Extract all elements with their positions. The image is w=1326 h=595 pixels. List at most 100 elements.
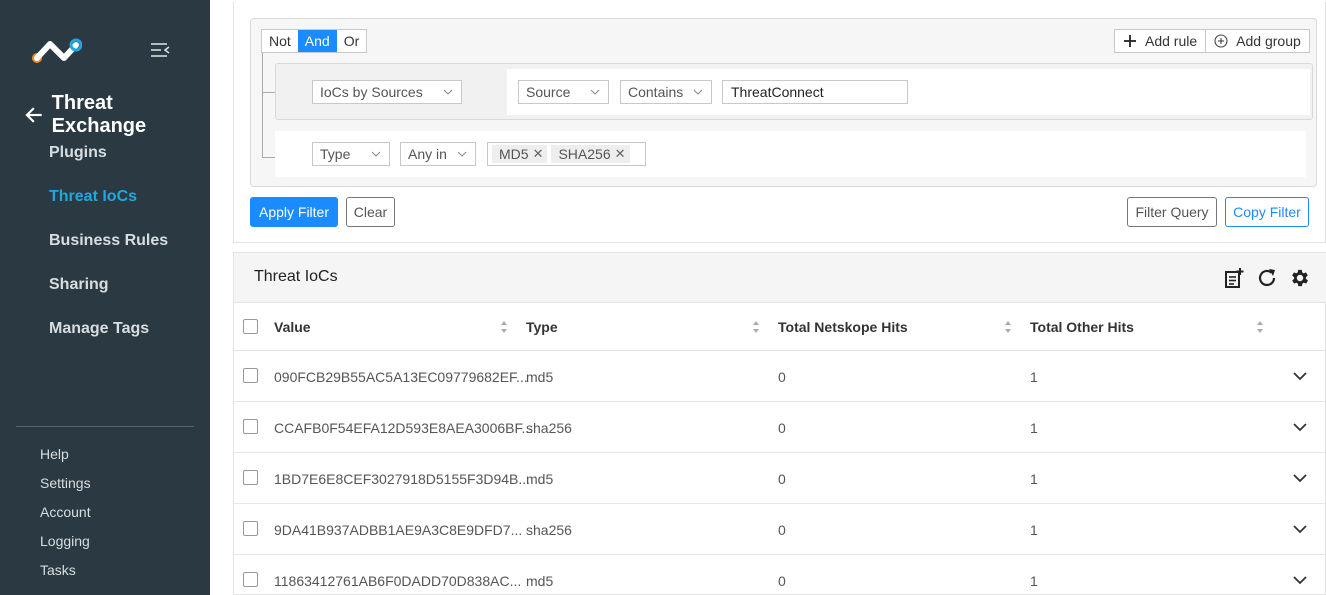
sidebar-item-logging[interactable]: Logging (40, 531, 91, 560)
tree-connector (262, 53, 263, 158)
bottom-nav: Help Settings Account Logging Tasks (40, 444, 91, 589)
cell-netskope-hits: 0 (778, 369, 786, 385)
add-group-button[interactable]: Add group (1205, 30, 1309, 52)
table-title: Threat IoCs (254, 268, 338, 285)
combinator-and[interactable]: And (297, 30, 337, 52)
combinator-not[interactable]: Not (262, 30, 298, 52)
copy-filter-button[interactable]: Copy Filter (1225, 197, 1309, 227)
cell-netskope-hits: 0 (778, 420, 786, 436)
chevron-down-icon (371, 151, 381, 157)
sidebar-item-account[interactable]: Account (40, 502, 91, 531)
clear-button[interactable]: Clear (346, 197, 395, 227)
combinator-selector: Not And Or (261, 29, 368, 53)
chip-label: SHA256 (558, 146, 611, 162)
back-to-modules[interactable]: Threat Exchange (24, 92, 210, 138)
chevron-down-icon[interactable] (1293, 576, 1307, 585)
add-rule-label: Add rule (1145, 33, 1198, 49)
rule2-field-select[interactable]: Type (312, 142, 390, 166)
rule-actions: Add rule Add group (1114, 29, 1310, 53)
select-all-checkbox[interactable] (243, 319, 258, 334)
chevron-down-icon (457, 151, 467, 157)
rule1-field-select[interactable]: Source (518, 80, 609, 104)
export-icon[interactable] (1223, 267, 1245, 289)
sidebar: Threat Exchange Plugins Threat IoCs Busi… (0, 0, 210, 595)
column-header-other-hits[interactable]: Total Other Hits (1030, 319, 1134, 335)
chevron-down-icon (693, 89, 703, 95)
close-icon[interactable]: ✕ (533, 145, 544, 163)
cell-netskope-hits: 0 (778, 471, 786, 487)
rule1-value-input[interactable]: ThreatConnect (722, 80, 908, 104)
chevron-down-icon (443, 89, 453, 95)
rule1-operator-value: Contains (628, 84, 684, 100)
rule1-field-value: Source (526, 84, 571, 100)
chevron-down-icon[interactable] (1293, 525, 1307, 534)
row-checkbox[interactable] (243, 368, 258, 383)
row-checkbox[interactable] (243, 470, 258, 485)
group-field-select[interactable]: IoCs by Sources (312, 80, 462, 104)
apply-filter-button[interactable]: Apply Filter (250, 197, 338, 227)
chip-label: MD5 (499, 146, 529, 162)
cell-type: md5 (526, 471, 554, 487)
group-field-value: IoCs by Sources (320, 84, 423, 100)
sort-icon[interactable] (1256, 320, 1264, 334)
row-checkbox[interactable] (243, 419, 258, 434)
row-checkbox[interactable] (243, 572, 258, 587)
cell-value: CCAFB0F54EFA12D593E8AEA3006BF... (274, 420, 534, 436)
rule2-field-value: Type (320, 146, 351, 162)
column-header-netskope-hits[interactable]: Total Netskope Hits (778, 319, 908, 335)
cell-value: 11863412761AB6F0DADD70D838AC... (274, 573, 522, 589)
cell-type: sha256 (526, 522, 572, 538)
gear-icon[interactable] (1289, 267, 1311, 289)
cell-value: 9DA41B937ADBB1AE9A3C8E9DFD7... (274, 522, 523, 538)
add-rule-button[interactable]: Add rule (1115, 30, 1205, 52)
sidebar-item-sharing[interactable]: Sharing (49, 272, 168, 316)
cell-netskope-hits: 0 (778, 573, 786, 589)
cell-other-hits: 1 (1030, 471, 1038, 487)
sidebar-item-plugins[interactable]: Plugins (49, 140, 168, 184)
sort-icon[interactable] (1004, 320, 1012, 334)
chevron-down-icon[interactable] (1293, 474, 1307, 483)
chevron-down-icon[interactable] (1293, 372, 1307, 381)
refresh-icon[interactable] (1256, 267, 1278, 289)
table-toolbar (234, 253, 1326, 303)
tag-chip-sha256[interactable]: SHA256 ✕ (551, 145, 630, 163)
cell-type: sha256 (526, 420, 572, 436)
sidebar-item-help[interactable]: Help (40, 444, 91, 473)
sidebar-item-tasks[interactable]: Tasks (40, 560, 91, 589)
module-title: Threat Exchange (51, 92, 147, 137)
rule2-values-multiselect[interactable]: MD5 ✕ SHA256 ✕ (487, 142, 646, 166)
module-nav: Plugins Threat IoCs Business Rules Shari… (49, 140, 168, 360)
row-checkbox[interactable] (243, 521, 258, 536)
column-header-type[interactable]: Type (526, 319, 558, 335)
sidebar-item-threat-iocs[interactable]: Threat IoCs (49, 184, 168, 228)
cell-value: 1BD7E6E8CEF3027918D5155F3D94B... (274, 471, 531, 487)
chevron-down-icon (590, 89, 600, 95)
sort-icon[interactable] (500, 320, 508, 334)
cell-other-hits: 1 (1030, 420, 1038, 436)
sidebar-item-business-rules[interactable]: Business Rules (49, 228, 168, 272)
sidebar-item-settings[interactable]: Settings (40, 473, 91, 502)
chevron-down-icon[interactable] (1293, 423, 1307, 432)
combinator-or[interactable]: Or (337, 30, 367, 52)
cell-netskope-hits: 0 (778, 522, 786, 538)
cell-other-hits: 1 (1030, 573, 1038, 589)
cell-other-hits: 1 (1030, 522, 1038, 538)
plus-icon (1124, 35, 1136, 47)
netskope-logo[interactable] (30, 36, 82, 66)
cell-type: md5 (526, 573, 554, 589)
add-group-label: Add group (1236, 33, 1301, 49)
sort-icon[interactable] (752, 320, 760, 334)
cell-type: md5 (526, 369, 554, 385)
rule2-operator-select[interactable]: Any in (400, 142, 476, 166)
filter-query-button[interactable]: Filter Query (1127, 197, 1217, 227)
cell-other-hits: 1 (1030, 369, 1038, 385)
tag-chip-md5[interactable]: MD5 ✕ (492, 145, 548, 163)
tree-connector (262, 157, 276, 158)
close-icon[interactable]: ✕ (615, 145, 626, 163)
back-arrow-icon (25, 107, 42, 123)
sidebar-item-manage-tags[interactable]: Manage Tags (49, 316, 168, 360)
collapse-menu-icon[interactable] (150, 42, 170, 58)
column-header-value[interactable]: Value (274, 319, 311, 335)
rule1-operator-select[interactable]: Contains (620, 80, 712, 104)
plus-circle-icon (1214, 34, 1228, 48)
